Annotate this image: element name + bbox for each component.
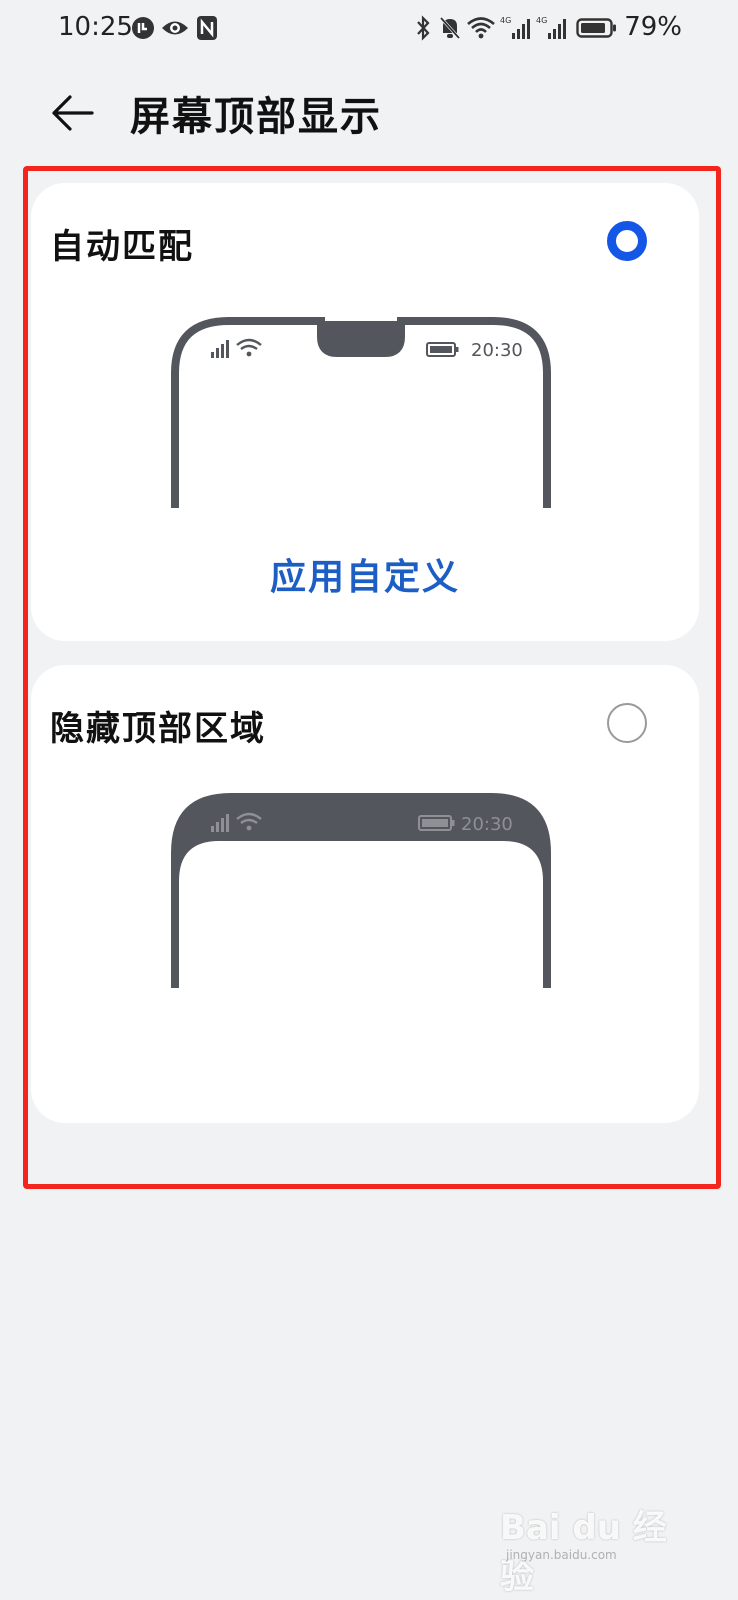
wifi-icon — [467, 17, 495, 39]
back-arrow-icon[interactable] — [50, 90, 96, 136]
baidu-watermark: Bai du 经验 jingyan.baidu.com — [500, 1500, 700, 1597]
signal-icon: 4G — [536, 16, 566, 39]
battery-icon — [576, 18, 616, 38]
status-bar: 10:25 4G 4G 79% — [0, 0, 738, 58]
bluetooth-icon — [417, 15, 430, 41]
status-time: 10:25 — [58, 12, 133, 42]
eye-comfort-icon — [162, 21, 188, 35]
mute-bell-icon — [439, 16, 461, 40]
page-title: 屏幕顶部显示 — [130, 94, 382, 140]
signal-icon: 4G — [500, 16, 530, 39]
battery-percent: 79% — [624, 12, 682, 42]
screen-time-icon — [132, 17, 154, 39]
network-label: 4G — [536, 16, 547, 25]
watermark-subtext: jingyan.baidu.com — [506, 1548, 617, 1562]
highlight-frame — [23, 166, 721, 1189]
page-header: 屏幕顶部显示 — [0, 70, 738, 160]
nfc-icon — [197, 16, 217, 40]
network-label: 4G — [500, 16, 511, 25]
